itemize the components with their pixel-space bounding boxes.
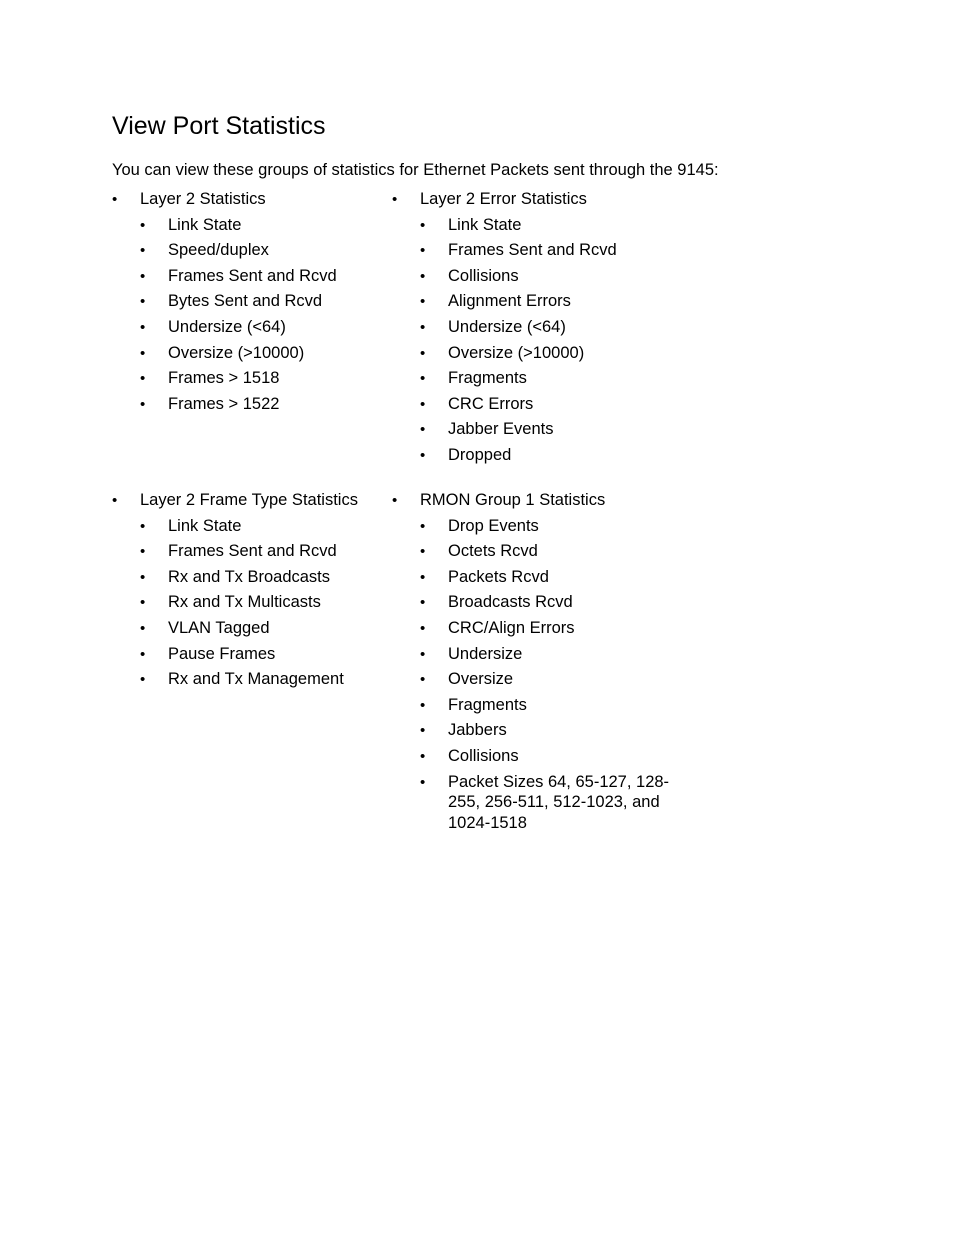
bullet-icon [420,341,448,367]
group-heading: Layer 2 Frame Type Statistics [112,488,358,514]
bullet-icon [420,642,448,668]
bullet-icon [140,667,168,693]
bullet-icon [420,213,448,239]
list-item: Packet Sizes 64, 65-127, 128-255, 256-51… [392,770,684,834]
bullet-icon [140,366,168,392]
list-item: Oversize [392,667,684,693]
group-heading: Layer 2 Statistics [112,187,337,213]
list-item: Dropped [392,443,617,469]
bullet-icon [420,289,448,315]
bullet-icon [140,315,168,341]
bullet-icon [140,213,168,239]
bullet-icon [140,565,168,591]
bullet-icon [420,539,448,565]
bullet-icon [140,590,168,616]
bullet-icon [112,488,140,514]
bullet-icon [140,264,168,290]
list-item: Jabbers [392,718,684,744]
group-label: RMON Group 1 Statistics [420,491,606,509]
bullet-icon [420,443,448,469]
bullet-icon [140,341,168,367]
stat-list: Drop Events Octets Rcvd Packets Rcvd Bro… [392,514,684,833]
group-label: Layer 2 Frame Type Statistics [140,491,358,509]
list-item: Broadcasts Rcvd [392,590,684,616]
list-item: Undersize (<64) [112,315,337,341]
list-item: Collisions [392,744,684,770]
list-item: CRC Errors [392,392,617,418]
bullet-icon [140,642,168,668]
list-item: Frames > 1522 [112,392,337,418]
bullet-icon [420,238,448,264]
list-item: Drop Events [392,514,684,540]
group-heading: RMON Group 1 Statistics [392,488,684,514]
bullet-icon [420,744,448,770]
list-item: Octets Rcvd [392,539,684,565]
bullet-icon [420,565,448,591]
list-item: Speed/duplex [112,238,337,264]
list-item: Frames Sent and Rcvd [112,539,358,565]
bullet-icon [392,488,420,514]
bullet-icon [420,590,448,616]
list-item: Fragments [392,693,684,719]
list-item: Rx and Tx Multicasts [112,590,358,616]
stats-group-rmon-group1: RMON Group 1 Statistics Drop Events Octe… [392,488,684,833]
list-item: Bytes Sent and Rcvd [112,289,337,315]
list-item: Link State [112,514,358,540]
bullet-icon [420,315,448,341]
bullet-icon [420,693,448,719]
group-label: Layer 2 Error Statistics [420,190,587,208]
page-title: View Port Statistics [112,112,326,140]
list-item: Undersize (<64) [392,315,617,341]
bullet-icon [140,616,168,642]
list-item: Oversize (>10000) [112,341,337,367]
bullet-icon [420,718,448,744]
stats-group-layer2-error: Layer 2 Error Statistics Link State Fram… [392,187,617,469]
bullet-icon [420,772,448,794]
bullet-icon [420,417,448,443]
bullet-icon [140,238,168,264]
list-item: Frames Sent and Rcvd [392,238,617,264]
list-item: Rx and Tx Broadcasts [112,565,358,591]
bullet-icon [420,264,448,290]
bullet-icon [420,616,448,642]
group-heading: Layer 2 Error Statistics [392,187,617,213]
bullet-icon [140,514,168,540]
list-item: Oversize (>10000) [392,341,617,367]
bullet-icon [112,187,140,213]
list-item: VLAN Tagged [112,616,358,642]
list-item: Alignment Errors [392,289,617,315]
stat-list: Link State Frames Sent and Rcvd Collisio… [392,213,617,469]
bullet-icon [140,539,168,565]
list-item: Link State [112,213,337,239]
list-item: Fragments [392,366,617,392]
list-item: Pause Frames [112,642,358,668]
stat-list: Link State Frames Sent and Rcvd Rx and T… [112,514,358,693]
bullet-icon [420,514,448,540]
stats-group-layer2-frame-type: Layer 2 Frame Type Statistics Link State… [112,488,358,693]
bullet-icon [140,392,168,418]
bullet-icon [420,366,448,392]
list-item: Collisions [392,264,617,290]
bullet-icon [392,187,420,213]
stats-group-layer2: Layer 2 Statistics Link State Speed/dupl… [112,187,337,417]
list-item: Frames Sent and Rcvd [112,264,337,290]
intro-paragraph: You can view these groups of statistics … [112,161,719,179]
list-item: Packets Rcvd [392,565,684,591]
list-item: Jabber Events [392,417,617,443]
bullet-icon [420,667,448,693]
list-item: Link State [392,213,617,239]
list-item: CRC/Align Errors [392,616,684,642]
group-label: Layer 2 Statistics [140,190,266,208]
list-item: Rx and Tx Management [112,667,358,693]
list-item: Undersize [392,642,684,668]
stat-list: Link State Speed/duplex Frames Sent and … [112,213,337,418]
bullet-icon [140,289,168,315]
bullet-icon [420,392,448,418]
list-item: Frames > 1518 [112,366,337,392]
